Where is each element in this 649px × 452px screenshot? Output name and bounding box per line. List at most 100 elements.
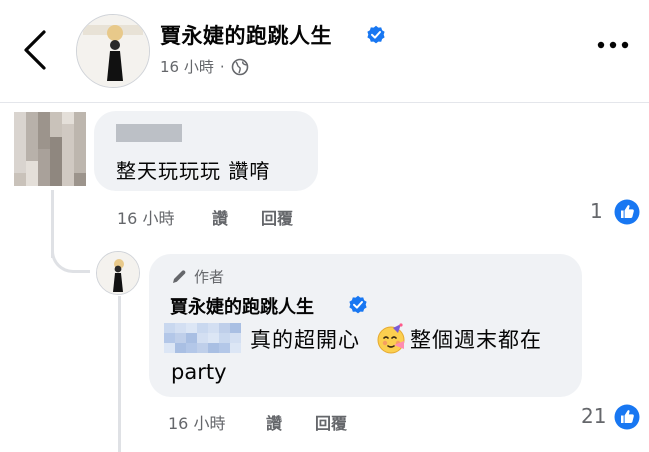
blur-pixel [50,148,62,162]
blur-pixel [50,124,62,137]
blur-pixel [160,133,171,142]
reply-time[interactable]: 16 小時 [168,410,225,434]
comment-text: 整天玩玩玩 讚唷 [116,159,271,183]
blur-pixel [175,323,186,333]
post-time[interactable]: 16 小時 [160,56,214,77]
author-badge: 作者 [170,266,224,287]
more-options-button[interactable] [596,38,630,52]
blur-pixel [138,133,149,142]
blur-pixel [127,124,138,133]
comment-like-count[interactable]: 1 [590,199,603,223]
blur-pixel [62,124,74,137]
post-meta: 16 小時 · [160,56,249,77]
more-dots-icon [597,41,629,49]
blur-pixel [171,124,182,133]
blur-pixel [62,161,74,174]
blur-pixel [219,323,230,333]
blur-pixel [26,124,38,137]
blur-pixel [14,161,26,174]
blur-pixel [74,148,86,162]
blur-pixel [230,343,241,353]
blur-pixel [208,323,219,333]
reply-text-part2: 整個週末都在 [410,328,542,352]
comment-time[interactable]: 16 小時 [117,205,174,229]
blur-pixel [14,136,26,149]
reply-page-name[interactable]: 賈永婕的跑跳人生 [170,293,314,319]
reply-text-part1: 真的超開心 [250,328,360,352]
blur-pixel [26,161,38,174]
blur-pixel [164,323,175,333]
comment-like-button[interactable]: 讚 [212,205,228,229]
profile-photo [97,252,139,294]
reply-thread-line [118,296,121,452]
blur-pixel [219,333,230,343]
blur-pixel [197,323,208,333]
verified-badge-icon [367,25,385,44]
blur-pixel [171,133,182,142]
blur-pixel [149,124,160,133]
meta-separator: · [219,57,225,76]
page-avatar[interactable] [76,14,150,88]
blur-pixel [26,112,38,125]
blur-pixel [160,124,171,133]
blur-pixel [208,343,219,353]
profile-photo [77,15,149,87]
comment-reply-button[interactable]: 回覆 [261,205,293,229]
blur-pixel [26,173,38,186]
commenter-name-blurred[interactable] [116,124,182,142]
back-button[interactable] [18,28,58,72]
blur-pixel [175,333,186,343]
reply-like-button[interactable]: 讚 [266,410,282,434]
blur-pixel [138,124,149,133]
blur-pixel [230,333,241,343]
blur-pixel [50,112,62,125]
reply-like-count[interactable]: 21 [581,404,606,428]
blur-pixel [62,148,74,162]
blur-pixel [38,136,50,149]
blur-pixel [26,148,38,162]
blur-pixel [197,343,208,353]
blur-pixel [50,161,62,174]
blur-pixel [186,343,197,353]
blur-pixel [38,161,50,174]
blur-pixel [175,343,186,353]
mention-blurred[interactable] [164,323,241,353]
blur-pixel [14,124,26,137]
partying-face-emoji-icon [377,323,405,354]
blur-pixel [38,112,50,125]
blur-pixel [127,133,138,142]
blur-pixel [186,333,197,343]
reply-avatar[interactable] [96,251,140,295]
blur-pixel [14,173,26,186]
blur-pixel [50,136,62,149]
blur-pixel [74,112,86,125]
blur-pixel [62,173,74,186]
page-name[interactable]: 賈永婕的跑跳人生 [160,20,332,50]
blur-pixel [74,136,86,149]
blur-pixel [74,124,86,137]
blur-pixel [38,148,50,162]
blur-pixel [208,333,219,343]
blur-pixel [230,323,241,333]
like-reaction-icon[interactable] [614,199,640,225]
blur-pixel [186,323,197,333]
blur-pixel [116,133,127,142]
reply-reply-button[interactable]: 回覆 [315,410,347,434]
blur-pixel [62,136,74,149]
blur-pixel [197,333,208,343]
pencil-icon [173,269,186,283]
blur-pixel [219,343,230,353]
commenter-avatar-blurred[interactable] [14,112,86,186]
reply-text-part3: party [171,360,227,384]
verified-badge-icon [349,295,367,314]
blur-pixel [149,133,160,142]
blur-pixel [38,124,50,137]
chevron-left-icon [24,30,46,70]
like-reaction-icon[interactable] [614,404,640,430]
blur-pixel [14,112,26,125]
blur-pixel [74,161,86,174]
thread-connector [51,230,90,273]
blur-pixel [62,112,74,125]
globe-icon [231,58,248,75]
blur-pixel [164,333,175,343]
